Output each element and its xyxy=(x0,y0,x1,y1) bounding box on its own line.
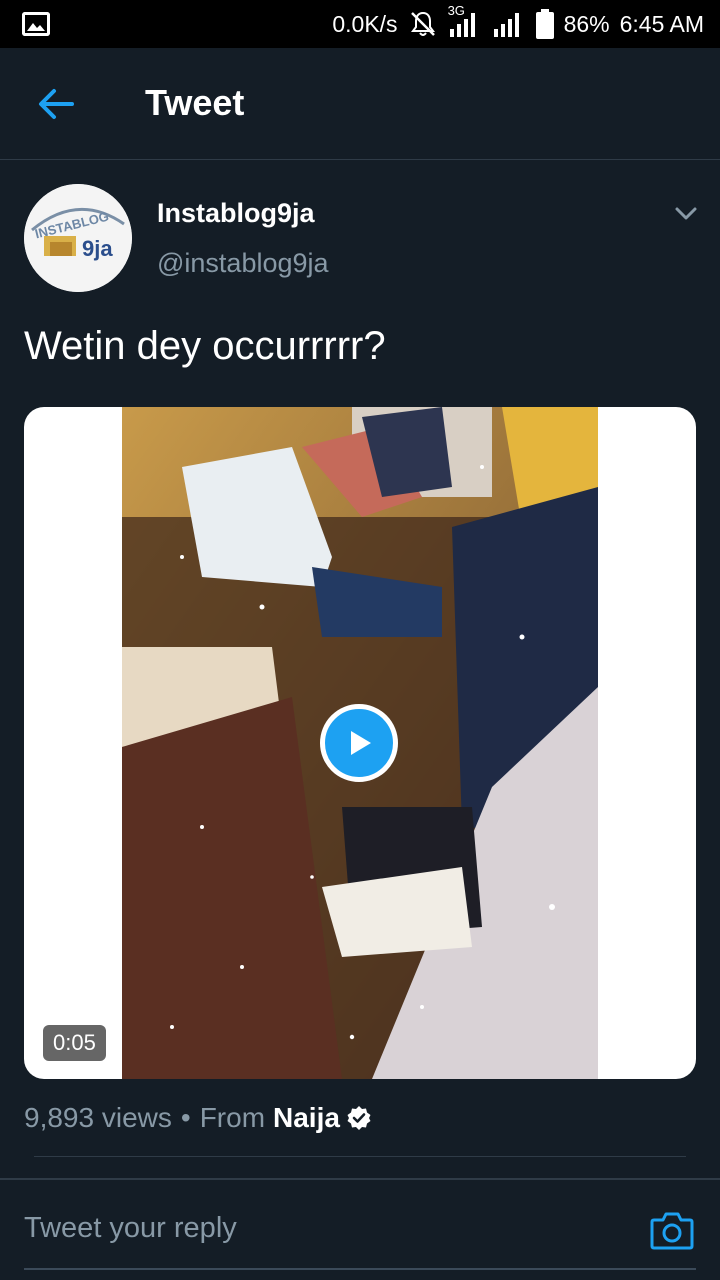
instablog-logo: INSTABLOG 9ja xyxy=(24,184,132,292)
play-icon xyxy=(351,731,371,755)
status-bar: 0.0K/s 3G 86% 6:45 AM xyxy=(0,0,720,48)
network-type-label: 3G xyxy=(447,3,465,18)
avatar[interactable]: INSTABLOG 9ja xyxy=(24,184,132,292)
meta-separator: • xyxy=(180,1102,191,1133)
camera-icon[interactable] xyxy=(650,1210,694,1250)
tweet-meta: 9,893 views • From Naija xyxy=(24,1098,372,1138)
signal-3g-icon: 3G xyxy=(448,3,482,37)
author-handle[interactable]: @instablog9ja xyxy=(157,248,329,279)
video-player[interactable]: 0:05 xyxy=(24,407,696,1079)
signal-icon xyxy=(492,11,526,37)
notifications-muted-icon xyxy=(408,9,438,39)
video-duration: 0:05 xyxy=(43,1025,106,1061)
source-name[interactable]: Naija xyxy=(273,1102,340,1134)
net-speed: 0.0K/s xyxy=(332,10,398,37)
from-label: From xyxy=(199,1102,266,1133)
reply-input[interactable]: Tweet your reply xyxy=(24,1212,237,1245)
reply-underline xyxy=(24,1268,696,1270)
author-name[interactable]: Instablog9ja xyxy=(157,198,315,229)
play-button[interactable] xyxy=(320,704,398,782)
clock: 6:45 AM xyxy=(619,10,704,37)
page-title: Tweet xyxy=(145,82,245,123)
tweet-text: Wetin dey occurrrrr? xyxy=(24,324,386,368)
chevron-down-icon[interactable] xyxy=(672,200,700,228)
verified-badge-icon xyxy=(346,1105,372,1131)
divider xyxy=(34,1156,686,1157)
battery-level: 86% xyxy=(563,10,610,37)
logo-text-bottom: 9ja xyxy=(82,236,113,261)
view-count: 9,893 views xyxy=(24,1102,172,1133)
app-header: Tweet xyxy=(0,48,720,160)
back-arrow-icon[interactable] xyxy=(36,84,76,124)
divider xyxy=(0,1178,720,1180)
battery-icon xyxy=(535,9,554,39)
gallery-notification-icon xyxy=(22,12,50,36)
